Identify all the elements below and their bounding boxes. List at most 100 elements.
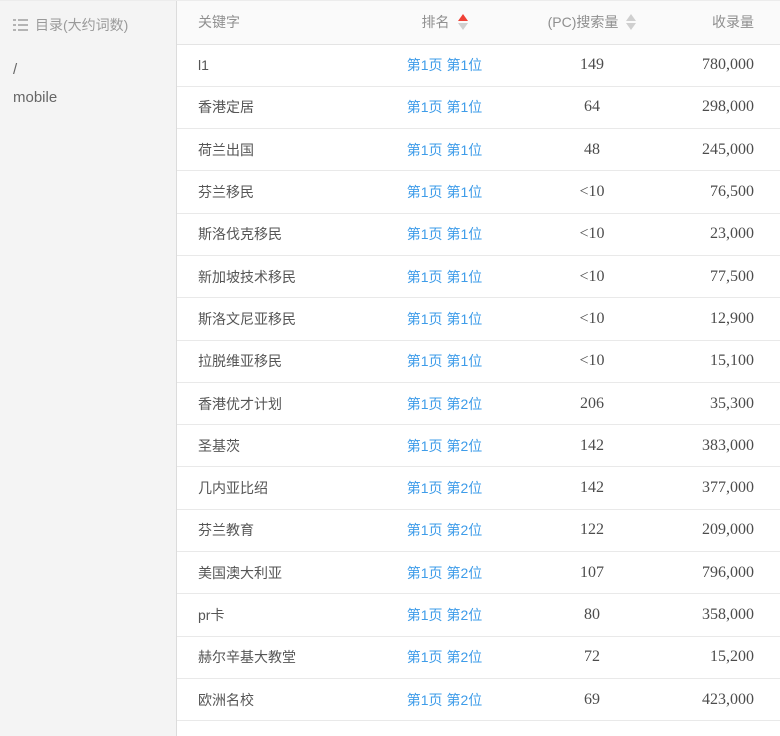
table-row: 香港定居 第1页 第1位 64 298,000 xyxy=(177,86,780,128)
keyword-cell: 芬兰教育 xyxy=(177,509,377,551)
keyword-cell: 新加坡技术移民 xyxy=(177,255,377,297)
rank-cell: 第1页 第1位 xyxy=(377,213,512,255)
table-row: 几内亚比绍 第1页 第2位 142 377,000 xyxy=(177,467,780,509)
sort-asc-icon[interactable] xyxy=(626,14,636,21)
index-count-cell: 209,000 xyxy=(672,509,780,551)
rank-link[interactable]: 第1页 第2位 xyxy=(407,692,482,708)
rank-link[interactable]: 第1页 第2位 xyxy=(407,438,482,454)
rank-link[interactable]: 第1页 第2位 xyxy=(407,522,482,538)
index-count-cell: 383,000 xyxy=(672,425,780,467)
index-count-cell: 35,300 xyxy=(672,382,780,424)
table-row: 新加坡技术移民 第1页 第1位 <10 77,500 xyxy=(177,255,780,297)
keyword-rank-panel: 目录(大约词数) / mobile 关键字 排名 (PC)搜索量 xyxy=(0,0,780,736)
sidebar-directory-item[interactable]: / xyxy=(13,61,166,79)
search-volume-cell: 122 xyxy=(512,509,672,551)
index-count-cell: 12,900 xyxy=(672,298,780,340)
index-count-cell: 423,000 xyxy=(672,678,780,720)
sort-desc-icon[interactable] xyxy=(458,23,468,30)
rank-link[interactable]: 第1页 第1位 xyxy=(407,99,482,115)
rank-cell: 第1页 第1位 xyxy=(377,298,512,340)
index-count-cell: 298,000 xyxy=(672,86,780,128)
rank-link[interactable]: 第1页 第2位 xyxy=(407,480,482,496)
index-count-cell: 358,000 xyxy=(672,594,780,636)
sidebar-directory-item[interactable]: mobile xyxy=(13,89,166,107)
rank-cell: 第1页 第1位 xyxy=(377,340,512,382)
rank-link[interactable]: 第1页 第2位 xyxy=(407,565,482,581)
search-volume-cell: 206 xyxy=(512,382,672,424)
keyword-cell: 荷兰出国 xyxy=(177,129,377,171)
index-count-cell: 245,000 xyxy=(672,129,780,171)
keyword-table: 关键字 排名 (PC)搜索量 收录量 l1 第1页 第1位 149 780,00… xyxy=(177,1,780,721)
table-row: 斯洛伐克移民 第1页 第1位 <10 23,000 xyxy=(177,213,780,255)
keyword-table-body: l1 第1页 第1位 149 780,000 香港定居 第1页 第1位 64 2… xyxy=(177,44,780,721)
search-volume-cell: 69 xyxy=(512,678,672,720)
keyword-cell: 香港优才计划 xyxy=(177,382,377,424)
table-row: 欧洲名校 第1页 第2位 69 423,000 xyxy=(177,678,780,720)
keyword-cell: l1 xyxy=(177,44,377,86)
search-volume-cell: <10 xyxy=(512,340,672,382)
sort-desc-icon[interactable] xyxy=(626,23,636,30)
directory-list: / mobile xyxy=(13,61,166,107)
column-header-index-count: 收录量 xyxy=(672,1,780,44)
rank-cell: 第1页 第1位 xyxy=(377,255,512,297)
table-row: 芬兰移民 第1页 第1位 <10 76,500 xyxy=(177,171,780,213)
rank-link[interactable]: 第1页 第1位 xyxy=(407,57,482,73)
sort-arrows-rank[interactable] xyxy=(458,14,468,30)
keyword-cell: 香港定居 xyxy=(177,86,377,128)
rank-cell: 第1页 第2位 xyxy=(377,382,512,424)
search-volume-cell: 64 xyxy=(512,86,672,128)
index-count-cell: 15,100 xyxy=(672,340,780,382)
directory-title-label: 目录(大约词数) xyxy=(35,16,128,34)
rank-link[interactable]: 第1页 第2位 xyxy=(407,607,482,623)
search-volume-cell: 142 xyxy=(512,425,672,467)
rank-link[interactable]: 第1页 第2位 xyxy=(407,396,482,412)
sidebar-item-label: mobile xyxy=(13,89,57,106)
keyword-cell: pr卡 xyxy=(177,594,377,636)
table-header-row: 关键字 排名 (PC)搜索量 收录量 xyxy=(177,1,780,44)
keyword-cell: 斯洛文尼亚移民 xyxy=(177,298,377,340)
search-volume-cell: <10 xyxy=(512,255,672,297)
index-count-cell: 23,000 xyxy=(672,213,780,255)
column-header-rank[interactable]: 排名 xyxy=(377,1,512,44)
keyword-cell: 拉脱维亚移民 xyxy=(177,340,377,382)
rank-cell: 第1页 第2位 xyxy=(377,594,512,636)
rank-cell: 第1页 第1位 xyxy=(377,44,512,86)
table-row: pr卡 第1页 第2位 80 358,000 xyxy=(177,594,780,636)
rank-link[interactable]: 第1页 第2位 xyxy=(407,649,482,665)
keyword-cell: 欧洲名校 xyxy=(177,678,377,720)
rank-link[interactable]: 第1页 第1位 xyxy=(407,226,482,242)
column-header-rank-label: 排名 xyxy=(422,14,450,30)
sidebar-item-label: / xyxy=(13,61,17,78)
search-volume-cell: 149 xyxy=(512,44,672,86)
rank-link[interactable]: 第1页 第1位 xyxy=(407,184,482,200)
sort-asc-icon[interactable] xyxy=(458,14,468,21)
rank-cell: 第1页 第2位 xyxy=(377,678,512,720)
rank-link[interactable]: 第1页 第1位 xyxy=(407,142,482,158)
rank-cell: 第1页 第2位 xyxy=(377,636,512,678)
keyword-cell: 赫尔辛基大教堂 xyxy=(177,636,377,678)
rank-cell: 第1页 第2位 xyxy=(377,425,512,467)
sort-arrows-search-volume[interactable] xyxy=(626,14,636,30)
search-volume-cell: 80 xyxy=(512,594,672,636)
table-row: l1 第1页 第1位 149 780,000 xyxy=(177,44,780,86)
directory-sidebar: 目录(大约词数) / mobile xyxy=(0,1,177,736)
index-count-cell: 796,000 xyxy=(672,552,780,594)
search-volume-cell: <10 xyxy=(512,298,672,340)
table-row: 美国澳大利亚 第1页 第2位 107 796,000 xyxy=(177,552,780,594)
keyword-cell: 几内亚比绍 xyxy=(177,467,377,509)
keyword-cell: 斯洛伐克移民 xyxy=(177,213,377,255)
rank-link[interactable]: 第1页 第1位 xyxy=(407,311,482,327)
table-row: 斯洛文尼亚移民 第1页 第1位 <10 12,900 xyxy=(177,298,780,340)
list-icon xyxy=(13,16,28,34)
rank-link[interactable]: 第1页 第1位 xyxy=(407,269,482,285)
table-row: 赫尔辛基大教堂 第1页 第2位 72 15,200 xyxy=(177,636,780,678)
index-count-cell: 15,200 xyxy=(672,636,780,678)
table-row: 拉脱维亚移民 第1页 第1位 <10 15,100 xyxy=(177,340,780,382)
table-row: 芬兰教育 第1页 第2位 122 209,000 xyxy=(177,509,780,551)
keyword-cell: 圣基茨 xyxy=(177,425,377,467)
rank-link[interactable]: 第1页 第1位 xyxy=(407,353,482,369)
search-volume-cell: <10 xyxy=(512,171,672,213)
table-row: 圣基茨 第1页 第2位 142 383,000 xyxy=(177,425,780,467)
index-count-cell: 780,000 xyxy=(672,44,780,86)
column-header-search-volume[interactable]: (PC)搜索量 xyxy=(512,1,672,44)
